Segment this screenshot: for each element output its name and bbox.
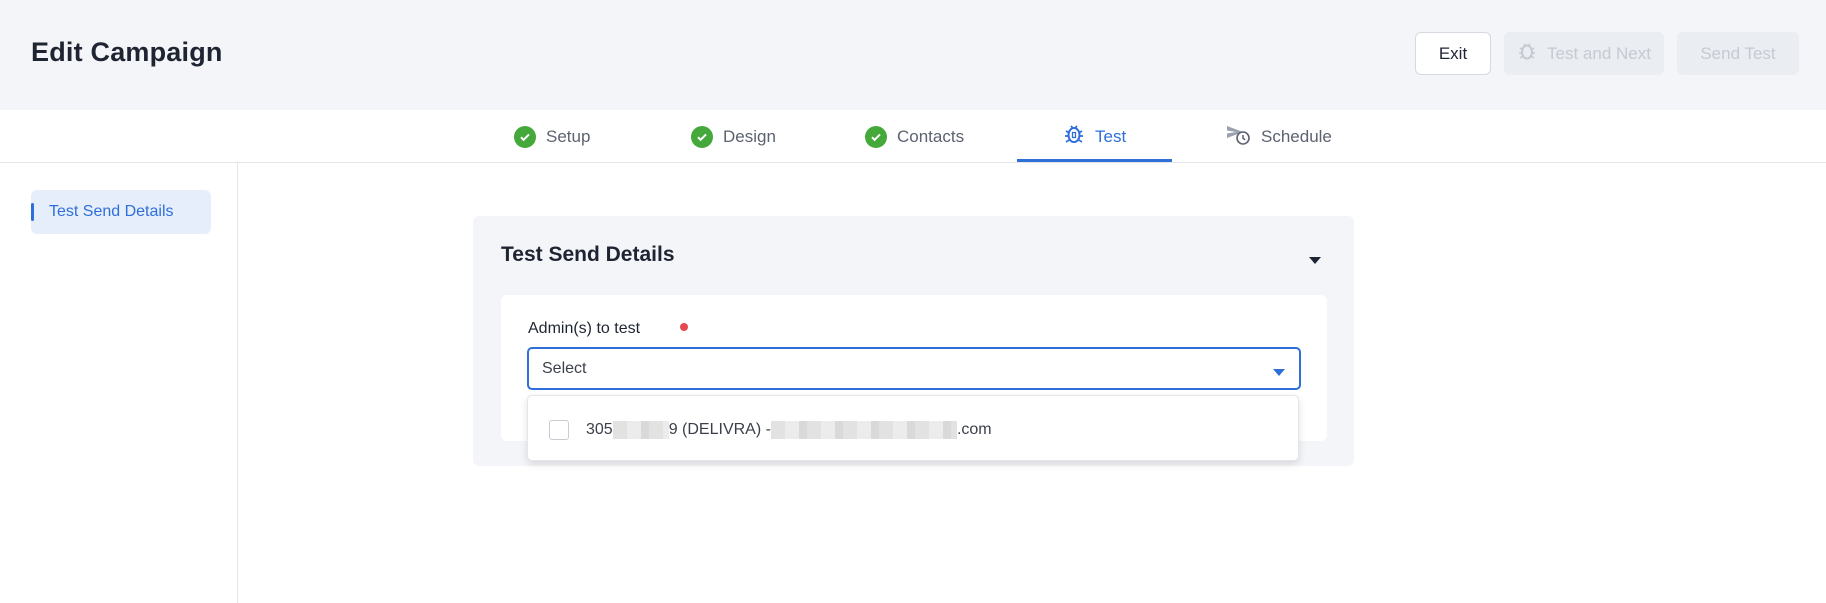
bug-icon bbox=[1517, 41, 1537, 66]
tab-contacts[interactable]: Contacts bbox=[865, 110, 964, 163]
tab-design-label: Design bbox=[723, 126, 776, 146]
option-suffix: .com bbox=[956, 421, 992, 438]
collapse-caret-icon[interactable] bbox=[1309, 252, 1321, 270]
tab-test-label: Test bbox=[1095, 126, 1127, 146]
option-prefix: 305 bbox=[586, 421, 613, 438]
send-test-button[interactable]: Send Test bbox=[1677, 32, 1799, 75]
check-circle-icon bbox=[514, 125, 536, 148]
admins-select[interactable]: Select bbox=[527, 347, 1301, 390]
exit-button[interactable]: Exit bbox=[1415, 32, 1491, 75]
sidebar-item-label: Test Send Details bbox=[49, 203, 174, 220]
page-header: Edit Campaign Exit Test and Next Send Te… bbox=[0, 0, 1826, 110]
redacted-block bbox=[770, 421, 957, 439]
admins-field-label: Admin(s) to test bbox=[528, 320, 641, 337]
active-tab-indicator bbox=[1017, 159, 1172, 162]
tab-test[interactable]: Test bbox=[1063, 110, 1126, 163]
sidebar-divider bbox=[237, 163, 238, 603]
test-and-next-button[interactable]: Test and Next bbox=[1504, 32, 1664, 75]
select-placeholder: Select bbox=[542, 359, 587, 377]
admin-option[interactable]: 305 9 (DELIVRA) - .com bbox=[586, 419, 992, 441]
tab-setup[interactable]: Setup bbox=[514, 110, 590, 163]
required-indicator bbox=[680, 323, 688, 331]
bug-icon bbox=[1063, 123, 1085, 150]
tab-setup-label: Setup bbox=[546, 126, 591, 146]
redacted-block bbox=[612, 421, 669, 439]
option-checkbox[interactable] bbox=[549, 420, 569, 440]
page-title: Edit Campaign bbox=[31, 37, 223, 67]
sidebar-item-test-send-details[interactable]: Test Send Details bbox=[31, 190, 211, 234]
tab-contacts-label: Contacts bbox=[897, 126, 965, 146]
admins-dropdown-menu: 305 9 (DELIVRA) - .com bbox=[527, 395, 1299, 461]
step-navigation: Setup Design Contacts Test Schedule bbox=[0, 110, 1826, 163]
check-circle-icon bbox=[691, 125, 713, 148]
panel-title: Test Send Details bbox=[501, 243, 675, 266]
chevron-down-icon bbox=[1273, 364, 1285, 382]
test-and-next-label: Test and Next bbox=[1547, 43, 1651, 63]
check-circle-icon bbox=[865, 125, 887, 148]
option-middle: 9 (DELIVRA) - bbox=[668, 421, 771, 438]
tab-schedule[interactable]: Schedule bbox=[1225, 110, 1332, 163]
tab-design[interactable]: Design bbox=[691, 110, 776, 163]
schedule-send-icon bbox=[1225, 122, 1251, 151]
tab-schedule-label: Schedule bbox=[1261, 126, 1332, 146]
selected-indicator bbox=[31, 203, 34, 221]
